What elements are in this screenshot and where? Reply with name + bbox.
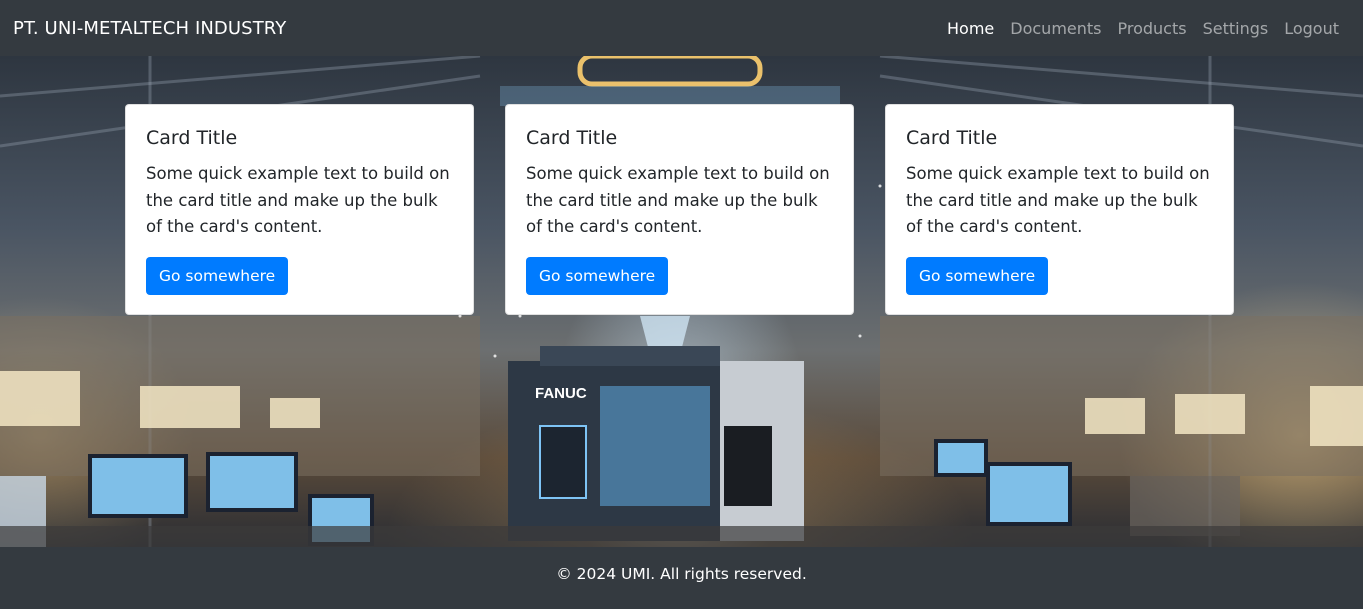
go-somewhere-button[interactable]: Go somewhere: [146, 256, 289, 295]
info-card: Card Title Some quick example text to bu…: [885, 104, 1234, 315]
top-navbar: PT. UNI-METALTECH INDUSTRY Home Document…: [0, 0, 1363, 56]
brand-title[interactable]: PT. UNI-METALTECH INDUSTRY: [13, 18, 286, 39]
go-somewhere-button[interactable]: Go somewhere: [526, 256, 669, 295]
card-title: Card Title: [146, 127, 238, 149]
nav-link-documents[interactable]: Documents: [1010, 19, 1101, 38]
card-text: Some quick example text to build on the …: [146, 164, 450, 236]
machine-brand-label: FANUC: [535, 385, 587, 402]
card-title: Card Title: [906, 127, 998, 149]
nav-link-settings[interactable]: Settings: [1203, 19, 1269, 38]
copyright-text: © 2024 UMI. All rights reserved.: [556, 565, 807, 583]
card-row: Card Title Some quick example text to bu…: [125, 104, 1235, 315]
nav-link-logout[interactable]: Logout: [1284, 19, 1339, 38]
card-title: Card Title: [526, 127, 618, 149]
nav-links: Home Documents Products Settings Logout: [947, 19, 1339, 38]
nav-link-products[interactable]: Products: [1118, 19, 1187, 38]
hero-factory-image: FANUC Card Title Some quick example text…: [0, 56, 1363, 547]
nav-link-home[interactable]: Home: [947, 19, 994, 38]
page-footer: © 2024 UMI. All rights reserved.: [0, 547, 1363, 609]
card-text: Some quick example text to build on the …: [906, 164, 1210, 236]
card-text: Some quick example text to build on the …: [526, 164, 830, 236]
info-card: Card Title Some quick example text to bu…: [505, 104, 854, 315]
info-card: Card Title Some quick example text to bu…: [125, 104, 474, 315]
go-somewhere-button[interactable]: Go somewhere: [906, 256, 1049, 295]
